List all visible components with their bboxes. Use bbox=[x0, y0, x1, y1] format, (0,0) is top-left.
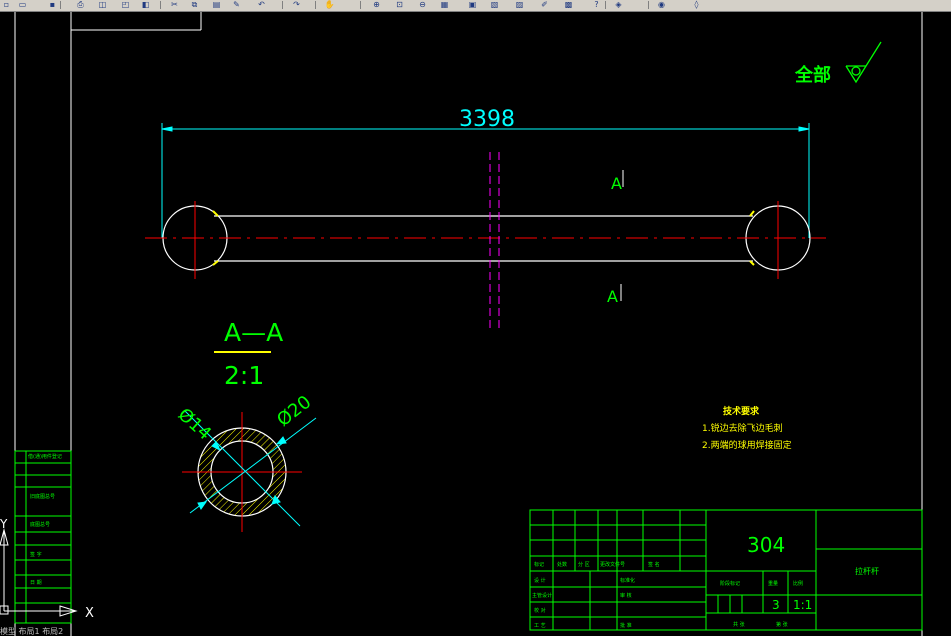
design-center-icon[interactable]: ▣ bbox=[466, 0, 479, 9]
roughness-symbol-icon bbox=[845, 41, 882, 84]
layer-icon[interactable]: ◈ bbox=[612, 0, 625, 9]
plot-icon[interactable]: ◧ bbox=[139, 0, 152, 9]
part-name: 拉杆杆 bbox=[855, 566, 879, 576]
section-marker-top: A bbox=[611, 174, 622, 193]
zoom-previous-icon[interactable]: ⊖ bbox=[416, 0, 429, 9]
left-registration-strip bbox=[14, 450, 72, 624]
tb-change-doc: 更改文件号 bbox=[600, 561, 625, 568]
paste-icon[interactable]: ▤ bbox=[210, 0, 223, 9]
dimension-length-text: 3398 bbox=[459, 107, 515, 132]
tool-palettes-icon[interactable]: ▧ bbox=[488, 0, 501, 9]
zoom-window-icon[interactable]: ⊡ bbox=[393, 0, 406, 9]
tb-sheet-no: 第 张 bbox=[776, 621, 788, 628]
dim-outer-text: Ø20 bbox=[273, 392, 315, 431]
tab-layout2[interactable]: 布局2 bbox=[42, 627, 63, 636]
tab-layout1[interactable]: 布局1 bbox=[19, 627, 40, 636]
tb-weight: 重量 bbox=[768, 580, 778, 587]
roughness-label: 全部 bbox=[794, 64, 831, 86]
publish-icon[interactable]: ◰ bbox=[119, 0, 132, 9]
layer-state-icon[interactable]: ◉ bbox=[655, 0, 668, 9]
zoom-realtime-icon[interactable]: ⊕ bbox=[370, 0, 383, 9]
cut-icon[interactable]: ✂ bbox=[168, 0, 181, 9]
calculator-icon[interactable]: ▩ bbox=[562, 0, 575, 9]
markup-icon[interactable]: ✐ bbox=[538, 0, 551, 9]
tech-line-2: 2.两端的球用焊接固定 bbox=[702, 439, 792, 451]
layout-tabs: 模型 布局1 布局2 bbox=[0, 628, 200, 636]
toolbar-separator bbox=[360, 1, 361, 9]
standard-toolbar: ▫ ▭ ▪ ⎙ ◫ ◰ ◧ ✂ ⧉ ▤ ✎ ↶ ↷ ✋ ⊕ ⊡ ⊖ ▦ ▣ ▧ ▨ ✐ ▩? ◈ ◉ ◊ bbox=[0, 0, 951, 12]
match-props-icon[interactable]: ✎ bbox=[230, 0, 243, 9]
sheet-set-icon[interactable]: ▨ bbox=[513, 0, 526, 9]
tb-standardize: 标准化 bbox=[620, 577, 635, 584]
tb-approve: 批 准 bbox=[620, 622, 632, 629]
open-icon[interactable]: ▭ bbox=[16, 0, 29, 9]
overall-dimension bbox=[161, 123, 810, 238]
help-icon[interactable]: ? bbox=[590, 0, 603, 9]
redo-icon[interactable]: ↷ bbox=[290, 0, 303, 9]
tb-main-design: 主管设计 bbox=[532, 592, 552, 599]
strip-label-1: 借(通)用件登记 bbox=[28, 453, 62, 460]
tab-model[interactable]: 模型 bbox=[0, 627, 16, 636]
toolbar-separator bbox=[282, 1, 283, 9]
tb-stage-mark: 阶段标记 bbox=[720, 580, 740, 587]
strip-label-5: 日 期 bbox=[30, 580, 42, 586]
save-icon[interactable]: ▪ bbox=[46, 0, 59, 9]
section-marker-bottom: A bbox=[607, 287, 618, 306]
center-line bbox=[145, 201, 826, 279]
preview-icon[interactable]: ◫ bbox=[96, 0, 109, 9]
toolbar-separator bbox=[60, 1, 61, 9]
tb-count: 处数 bbox=[557, 561, 567, 568]
tb-review: 审 核 bbox=[620, 592, 632, 599]
copy-icon[interactable]: ⧉ bbox=[188, 0, 201, 9]
toolbar-separator bbox=[605, 1, 606, 9]
tech-line-1: 1.锐边去除飞边毛刺 bbox=[702, 422, 783, 434]
tb-zone: 分 区 bbox=[578, 561, 590, 568]
toolbar-separator bbox=[315, 1, 316, 9]
tb-designer: 设 计 bbox=[534, 577, 546, 584]
toolbar-separator bbox=[648, 1, 649, 9]
section-scale: 2:1 bbox=[224, 361, 264, 390]
strip-label-4: 签 字 bbox=[30, 551, 42, 558]
toolbar-separator bbox=[160, 1, 161, 9]
tb-mark: 标记 bbox=[534, 561, 544, 568]
undo-icon[interactable]: ↶ bbox=[255, 0, 268, 9]
tb-proof: 校 对 bbox=[534, 607, 546, 614]
tb-sheet-total: 共 张 bbox=[733, 621, 745, 628]
scale-value: 1:1 bbox=[793, 598, 812, 612]
strip-label-2: 旧底图总号 bbox=[30, 493, 55, 500]
break-lines bbox=[489, 152, 500, 330]
section-title: A—A bbox=[224, 318, 283, 347]
print-icon[interactable]: ⎙ bbox=[74, 0, 87, 9]
new-file-icon[interactable]: ▫ bbox=[0, 0, 13, 9]
drawing-canvas[interactable]: 借(通)用件登记 旧底图总号 底图总号 签 字 日 期 X Y 全部 3398 bbox=[0, 12, 951, 636]
strip-label-3: 底图总号 bbox=[30, 521, 50, 528]
ucs-y-label: Y bbox=[0, 517, 8, 531]
pan-icon[interactable]: ✋ bbox=[323, 0, 336, 9]
quantity-value: 3 bbox=[772, 598, 780, 612]
layer-prev-icon[interactable]: ◊ bbox=[690, 0, 703, 9]
sheet-border bbox=[14, 12, 923, 636]
tb-sign: 签 名 bbox=[648, 561, 660, 568]
tb-process: 工 艺 bbox=[534, 623, 546, 629]
ucs-x-label: X bbox=[85, 606, 94, 621]
drawing-number: 304 bbox=[747, 533, 785, 557]
properties-icon[interactable]: ▦ bbox=[438, 0, 451, 9]
tech-title: 技术要求 bbox=[723, 405, 760, 417]
tb-ratio: 比例 bbox=[793, 580, 803, 587]
